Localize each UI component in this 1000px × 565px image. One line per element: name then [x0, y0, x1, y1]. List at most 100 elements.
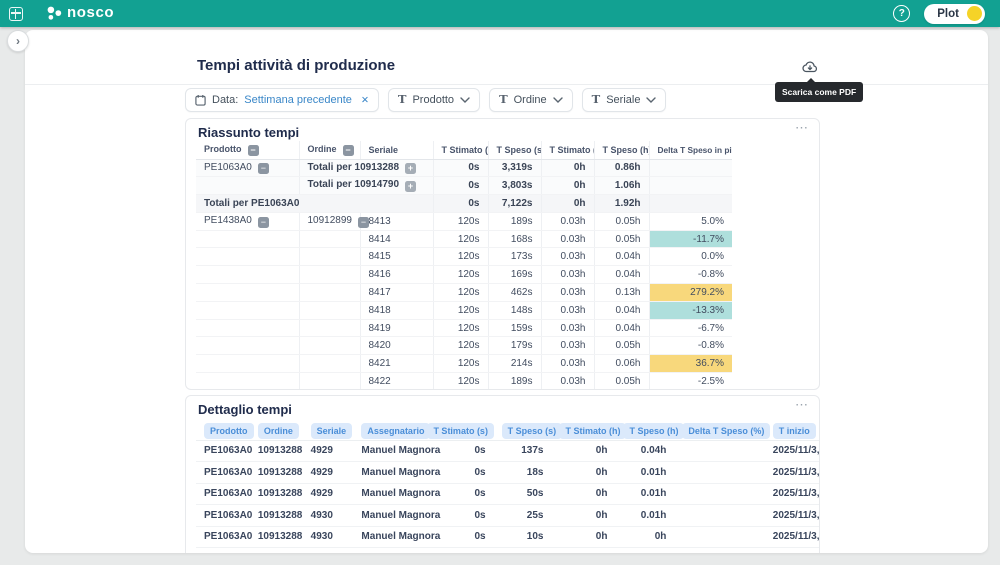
detail-column-pill[interactable]: T Speso (h) [623, 423, 684, 439]
expand-group-icon[interactable]: + [405, 163, 416, 174]
detail-cell: 50s [494, 483, 552, 505]
expand-group-icon[interactable]: + [405, 181, 416, 192]
summary-cell: 0h [541, 159, 594, 177]
summary-cell: 148s [488, 301, 541, 319]
cell-text: 8419 [369, 323, 391, 334]
sidebar-expand-button[interactable]: › [7, 30, 29, 52]
cell-text: 120s [458, 234, 480, 245]
product-filter-chip[interactable]: T Prodotto [388, 88, 480, 112]
date-filter-chip[interactable]: Data: Settimana precedente ✕ [185, 88, 379, 112]
summary-cell: 189s [488, 212, 541, 230]
summary-cell: 169s [488, 266, 541, 284]
detail-column-pill[interactable]: T inizio [773, 423, 816, 439]
detail-cell [674, 462, 767, 484]
detail-column-pill[interactable]: Seriale [311, 423, 353, 439]
chevron-down-icon [646, 97, 656, 103]
cell-text: 0h [574, 162, 586, 173]
cell-text: -0.8% [698, 269, 724, 280]
summary-cell: 1.06h [594, 177, 649, 195]
cell-text: 214s [511, 358, 533, 369]
cell-text: 0.03h [560, 251, 585, 262]
detail-more-icon[interactable]: ⋯ [795, 397, 809, 413]
summary-cell: 3,319s [488, 159, 541, 177]
summary-cell: 462s [488, 284, 541, 302]
detail-cell: Manuel Magnora [353, 548, 419, 554]
cell-text: PE1438A0 [204, 215, 252, 226]
collapse-group-icon[interactable]: − [343, 145, 354, 156]
cell-text: Totali per 10914790 [308, 179, 400, 190]
plot-button[interactable]: Plot [924, 4, 985, 24]
cell-text: 148s [511, 305, 533, 316]
summary-column-header: Ordine− [299, 141, 360, 159]
date-filter-value: Settimana precedente [244, 94, 352, 106]
text-filter-icon: T [592, 94, 601, 106]
summary-cell: 8421 [360, 355, 433, 373]
summary-cell: 120s [433, 230, 488, 248]
summary-more-icon[interactable]: ⋯ [795, 120, 809, 136]
collapse-group-icon[interactable]: − [258, 217, 269, 228]
summary-cell: 0.0% [649, 248, 732, 266]
detail-column-header: T Speso (s) [494, 420, 552, 440]
detail-cell: 0h [551, 526, 615, 548]
cell-text: 3,803s [502, 180, 533, 191]
detail-row: PE1063A0109132884929Manuel Magnora0s137s… [196, 440, 820, 462]
summary-cell: 120s [433, 319, 488, 337]
summary-cell: -6.7% [649, 319, 732, 337]
detail-cell: Manuel Magnora [353, 483, 419, 505]
summary-row: Totali per 10914790+0s3,803s0h1.06h [196, 177, 732, 195]
detail-cell: 0h [551, 483, 615, 505]
detail-column-pill[interactable]: Delta T Speso (%) [682, 423, 770, 439]
summary-cell: 0.03h [541, 319, 594, 337]
detail-column-pill[interactable]: Assegnatario [361, 423, 430, 439]
summary-column-header: T Speso (h) [594, 141, 649, 159]
delta-cell: 36.7% [649, 355, 732, 373]
detail-cell: 10913288 [250, 505, 303, 527]
collapse-group-icon[interactable]: − [258, 163, 269, 174]
cell-text: 0.04h [615, 269, 640, 280]
detail-row: PE1063A0109132884930Manuel Magnora0s25s0… [196, 505, 820, 527]
summary-cell: 0.03h [541, 337, 594, 355]
detail-cell: Manuel Magnora [353, 526, 419, 548]
cell-text: 0.13h [615, 287, 640, 298]
cell-text: 0.04h [615, 323, 640, 334]
cell-text: 120s [458, 269, 480, 280]
collapse-group-icon[interactable]: − [358, 217, 369, 228]
detail-cell: 0.02h [615, 548, 674, 554]
cell-text: 168s [511, 234, 533, 245]
summary-cell [196, 319, 299, 337]
detail-cell: 2025/11/3, 1:00 [768, 526, 820, 548]
logo[interactable]: nosco [46, 5, 114, 22]
collapse-group-icon[interactable]: − [248, 145, 259, 156]
detail-column-pill[interactable]: T Speso (s) [502, 423, 563, 439]
cell-text: 0.03h [560, 376, 585, 387]
download-pdf-button[interactable] [801, 58, 821, 78]
order-filter-chip[interactable]: T Ordine [489, 88, 573, 112]
clear-filter-icon[interactable]: ✕ [361, 95, 369, 106]
summary-row: 8422120s189s0.03h0.05h-2.5% [196, 373, 732, 390]
delta-cell: 279.2% [649, 284, 732, 302]
cell-text: 8415 [369, 251, 391, 262]
summary-column-header: Seriale [360, 141, 433, 159]
detail-column-pill[interactable]: Ordine [258, 423, 299, 439]
detail-cell: PE1063A0 [196, 526, 250, 548]
detail-column-pill[interactable]: T Stimato (h) [559, 423, 626, 439]
serial-filter-chip[interactable]: T Seriale [582, 88, 667, 112]
summary-cell: 3,803s [488, 177, 541, 195]
detail-column-pill[interactable]: T Stimato (s) [427, 423, 494, 439]
summary-cell: 214s [488, 355, 541, 373]
detail-section-title: Dettaglio tempi [198, 402, 292, 417]
serial-filter-label: Seriale [606, 94, 640, 106]
calendar-icon [195, 94, 206, 106]
detail-column-header: Prodotto [196, 420, 250, 440]
summary-cell: PE1063A0− [196, 159, 299, 177]
help-icon[interactable]: ? [893, 5, 910, 22]
summary-cell [299, 319, 360, 337]
detail-cell: Manuel Magnora [353, 505, 419, 527]
cell-text: 0.05h [615, 234, 640, 245]
detail-cell: 0.04h [615, 440, 674, 462]
cloud-download-icon [801, 58, 821, 76]
summary-column-label: Delta T Speso in più (%) [658, 145, 733, 155]
apps-menu-icon[interactable] [9, 7, 23, 21]
detail-column-pill[interactable]: Prodotto [204, 423, 254, 439]
summary-row: 8421120s214s0.03h0.06h36.7% [196, 355, 732, 373]
